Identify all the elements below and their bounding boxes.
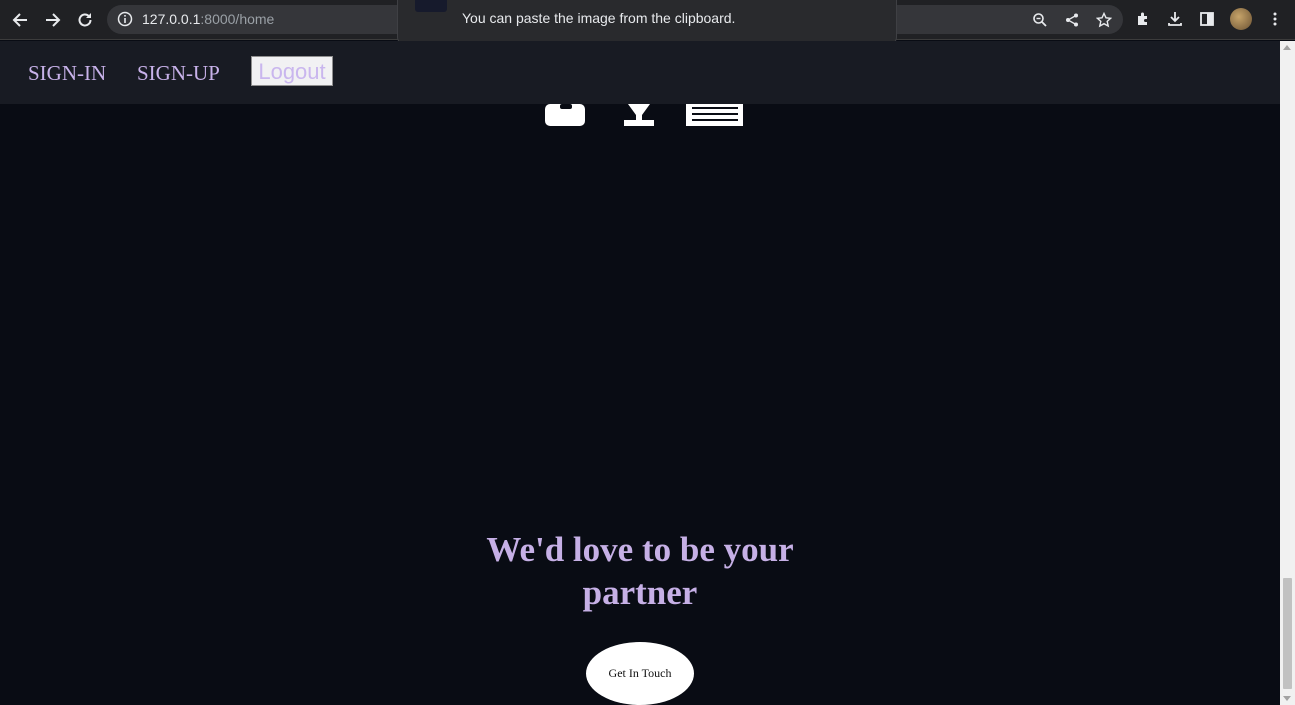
menu-icon[interactable] bbox=[1266, 8, 1284, 30]
share-icon[interactable] bbox=[1063, 11, 1081, 29]
get-in-touch-button[interactable]: Get In Touch bbox=[586, 642, 694, 705]
reload-icon[interactable] bbox=[73, 8, 97, 32]
clipboard-notification: You can paste the image from the clipboa… bbox=[397, 0, 897, 45]
logout-button[interactable]: Logout bbox=[251, 56, 333, 86]
clipboard-thumbnail bbox=[415, 0, 447, 12]
scroll-down-arrow-icon[interactable] bbox=[1283, 696, 1291, 701]
scroll-up-arrow-icon[interactable] bbox=[1283, 45, 1291, 50]
signin-link[interactable]: SIGN-IN bbox=[28, 61, 106, 86]
scroll-thumb[interactable] bbox=[1283, 578, 1292, 689]
zoom-icon[interactable] bbox=[1031, 11, 1049, 29]
forward-icon[interactable] bbox=[41, 8, 65, 32]
list-icon bbox=[686, 104, 743, 126]
download-icon[interactable] bbox=[1166, 8, 1184, 30]
profile-avatar[interactable] bbox=[1230, 8, 1252, 30]
partner-heading: We'd love to be your partner bbox=[486, 530, 794, 612]
site-header: SIGN-IN SIGN-UP Logout bbox=[0, 41, 1280, 104]
trophy-icon bbox=[624, 104, 654, 126]
notification-message: You can paste the image from the clipboa… bbox=[462, 10, 736, 26]
signup-link[interactable]: SIGN-UP bbox=[137, 61, 220, 86]
page-scrollbar[interactable] bbox=[1280, 41, 1295, 705]
star-icon[interactable] bbox=[1095, 11, 1113, 29]
extensions-icon[interactable] bbox=[1134, 8, 1152, 30]
sidepanel-icon[interactable] bbox=[1198, 8, 1216, 30]
back-icon[interactable] bbox=[8, 8, 32, 32]
info-icon[interactable] bbox=[117, 11, 133, 27]
url-text: 127.0.0.1:8000/home bbox=[142, 11, 275, 27]
lock-icon bbox=[545, 104, 585, 126]
